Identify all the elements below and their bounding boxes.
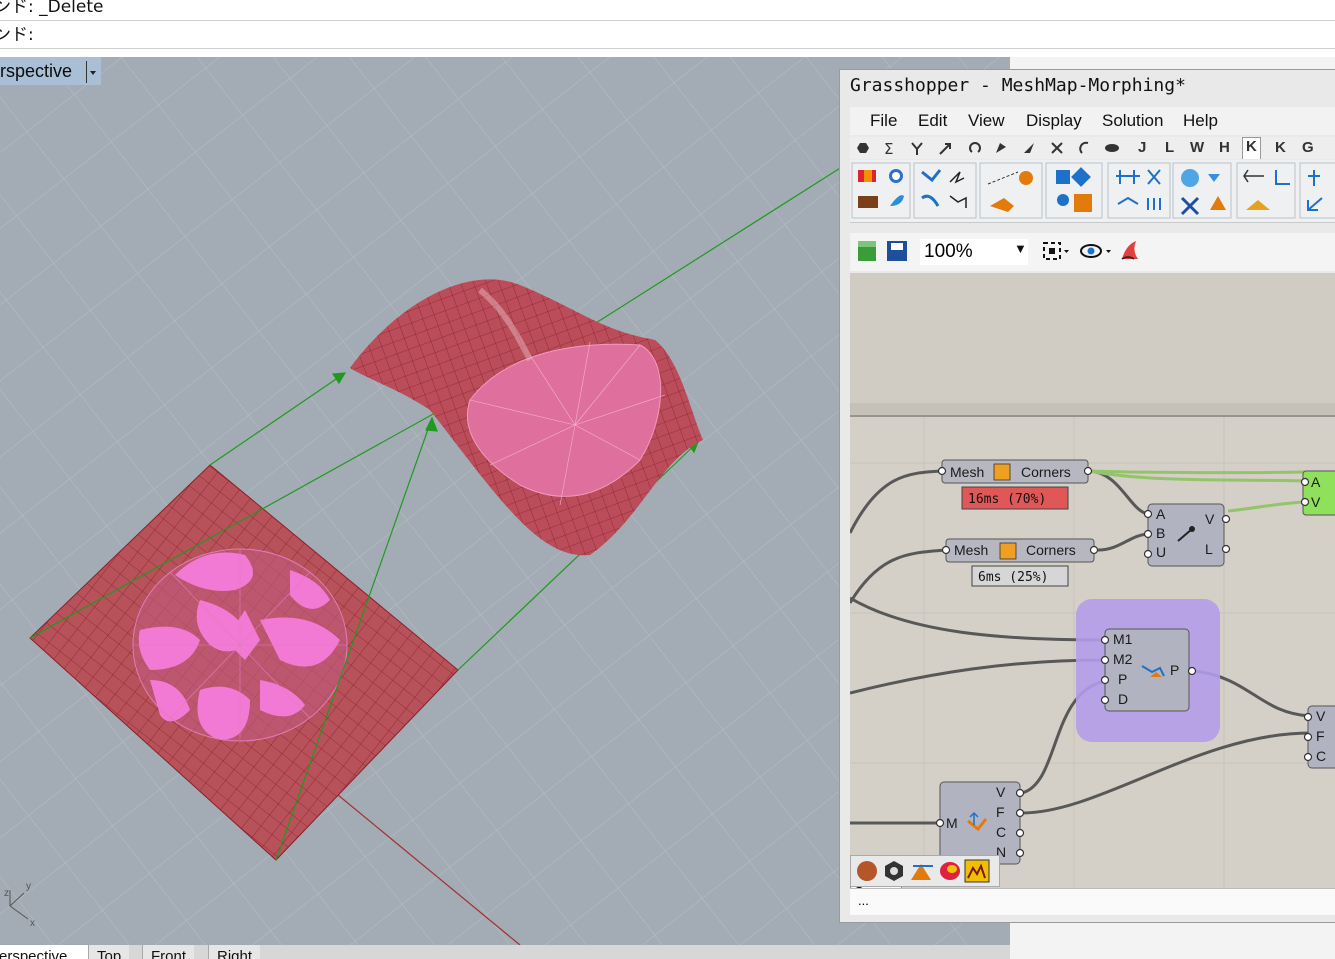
grasshopper-title: Grasshopper - MeshMap-Morphing* <box>850 75 1186 96</box>
mapper-input-m1: M1 <box>1113 631 1133 647</box>
tab-top[interactable]: Top <box>88 945 130 959</box>
menu-help[interactable]: Help <box>1183 111 1218 131</box>
plugin-icon-1[interactable] <box>857 861 877 881</box>
viewport-title-text: erspective <box>0 61 73 81</box>
vector-2pt-component[interactable]: A B U V L <box>1147 503 1225 567</box>
deconstruct-input-m: M <box>946 815 958 831</box>
viewport-title[interactable]: erspective <box>0 57 102 85</box>
tab-front[interactable]: Front <box>142 945 195 959</box>
edge-panel-label-v: V <box>1311 494 1321 510</box>
tab-right[interactable]: Right <box>208 945 261 959</box>
plugin-icon-2[interactable] <box>885 861 903 881</box>
deconstruct-mesh-component[interactable]: M V F C N <box>939 781 1021 865</box>
vector-input-a: A <box>1156 506 1166 522</box>
plugin-icon-3[interactable] <box>911 864 933 880</box>
mapper-output-p: P <box>1170 662 1179 678</box>
construct-input-c: C <box>1316 748 1326 764</box>
canvas-svg[interactable]: Mesh Corners 16ms (70%) Mesh Corners 6ms… <box>850 273 1335 888</box>
zoom-dropdown-arrow[interactable]: ▼ <box>1014 241 1027 256</box>
corners-label-2: Corners <box>1026 542 1076 558</box>
timing-text-2: 6ms (25%) <box>978 570 1048 585</box>
zoom-extents-icon[interactable] <box>1043 242 1069 260</box>
menu-display[interactable]: Display <box>1026 111 1082 131</box>
mapper-input-m2: M2 <box>1113 651 1133 667</box>
status-bar: ... <box>850 888 1335 915</box>
svg-text:Σ: Σ <box>884 140 893 158</box>
tab-perspective[interactable]: erspective <box>0 945 93 959</box>
mesh-corners-component-2[interactable]: Mesh Corners <box>945 538 1095 563</box>
tab-letter-k[interactable]: K <box>1275 139 1286 156</box>
axis-z-label: z <box>4 888 9 899</box>
tab-letter-w[interactable]: W <box>1190 139 1204 156</box>
preview-eye-icon[interactable] <box>1080 244 1111 258</box>
construct-input-f: F <box>1316 728 1325 744</box>
plugin-icon-4[interactable] <box>940 862 960 880</box>
mesh-label-2: Mesh <box>954 542 988 558</box>
command-prompt[interactable]: ンド: <box>0 24 1335 49</box>
mesh-map-component[interactable]: M1 M2 P D P <box>1104 628 1190 712</box>
open-file-icon[interactable] <box>858 241 876 261</box>
vector-input-u: U <box>1156 544 1166 560</box>
command-history-line: ンド: _Delete <box>0 0 1335 21</box>
tab-letter-g[interactable]: G <box>1302 139 1314 156</box>
mapper-input-d: D <box>1118 691 1128 707</box>
vector-output-v: V <box>1205 511 1215 527</box>
tab-letter-k-active[interactable]: K <box>1242 137 1261 159</box>
tab-letter-h[interactable]: H <box>1219 139 1230 156</box>
ribbon-icons[interactable] <box>850 160 1335 222</box>
menu-edit[interactable]: Edit <box>918 111 947 131</box>
corners-label-1: Corners <box>1021 464 1071 480</box>
plugin-icon-5[interactable] <box>964 859 990 883</box>
bake-icon[interactable] <box>1121 241 1138 260</box>
status-text: ... <box>858 893 869 908</box>
save-file-icon[interactable] <box>887 241 907 261</box>
timing-text-1: 16ms (70%) <box>968 492 1046 507</box>
mesh-corners-component-1[interactable]: Mesh Corners <box>941 459 1089 484</box>
viewport-tabs: erspective Top Front Right <box>0 945 1010 959</box>
grasshopper-canvas[interactable]: Mesh Corners 16ms (70%) Mesh Corners 6ms… <box>850 273 1335 888</box>
canvas-toolbar: 100% ▼ <box>850 233 1335 271</box>
component-ribbon <box>850 160 1335 223</box>
tab-letter-l[interactable]: L <box>1165 139 1174 156</box>
component-tab-row: Σ J L W H K K G <box>850 137 1335 159</box>
deconstruct-output-c: C <box>996 824 1006 840</box>
deconstruct-output-v: V <box>996 784 1006 800</box>
axis-x-label: x <box>30 918 35 929</box>
viewport-menu-dropdown[interactable] <box>86 61 97 84</box>
mesh-label-1: Mesh <box>950 464 984 480</box>
category-tab-icons[interactable]: Σ <box>850 137 1140 159</box>
vector-input-b: B <box>1156 525 1165 541</box>
menu-file[interactable]: File <box>870 111 897 131</box>
vector-output-l: L <box>1205 541 1213 557</box>
construct-input-v: V <box>1316 708 1326 724</box>
menu-solution[interactable]: Solution <box>1102 111 1163 131</box>
plugin-icon-bar <box>850 855 1000 887</box>
mapper-input-p: P <box>1118 671 1127 687</box>
command-history-text: ンド: _Delete <box>0 0 104 17</box>
menu-view[interactable]: View <box>968 111 1005 131</box>
deconstruct-output-f: F <box>996 804 1005 820</box>
zoom-input[interactable]: 100% <box>920 239 1028 265</box>
grasshopper-menubar: File Edit View Display Solution Help <box>850 107 1335 135</box>
command-prompt-text: ンド: <box>0 25 34 45</box>
grasshopper-window[interactable]: Grasshopper - MeshMap-Morphing* File Edi… <box>839 69 1335 923</box>
edge-panel-label-a: A <box>1311 474 1321 490</box>
tab-letter-j[interactable]: J <box>1138 139 1146 156</box>
axis-y-label: y <box>26 881 31 892</box>
edge-panel-component[interactable]: A V <box>1302 470 1335 516</box>
